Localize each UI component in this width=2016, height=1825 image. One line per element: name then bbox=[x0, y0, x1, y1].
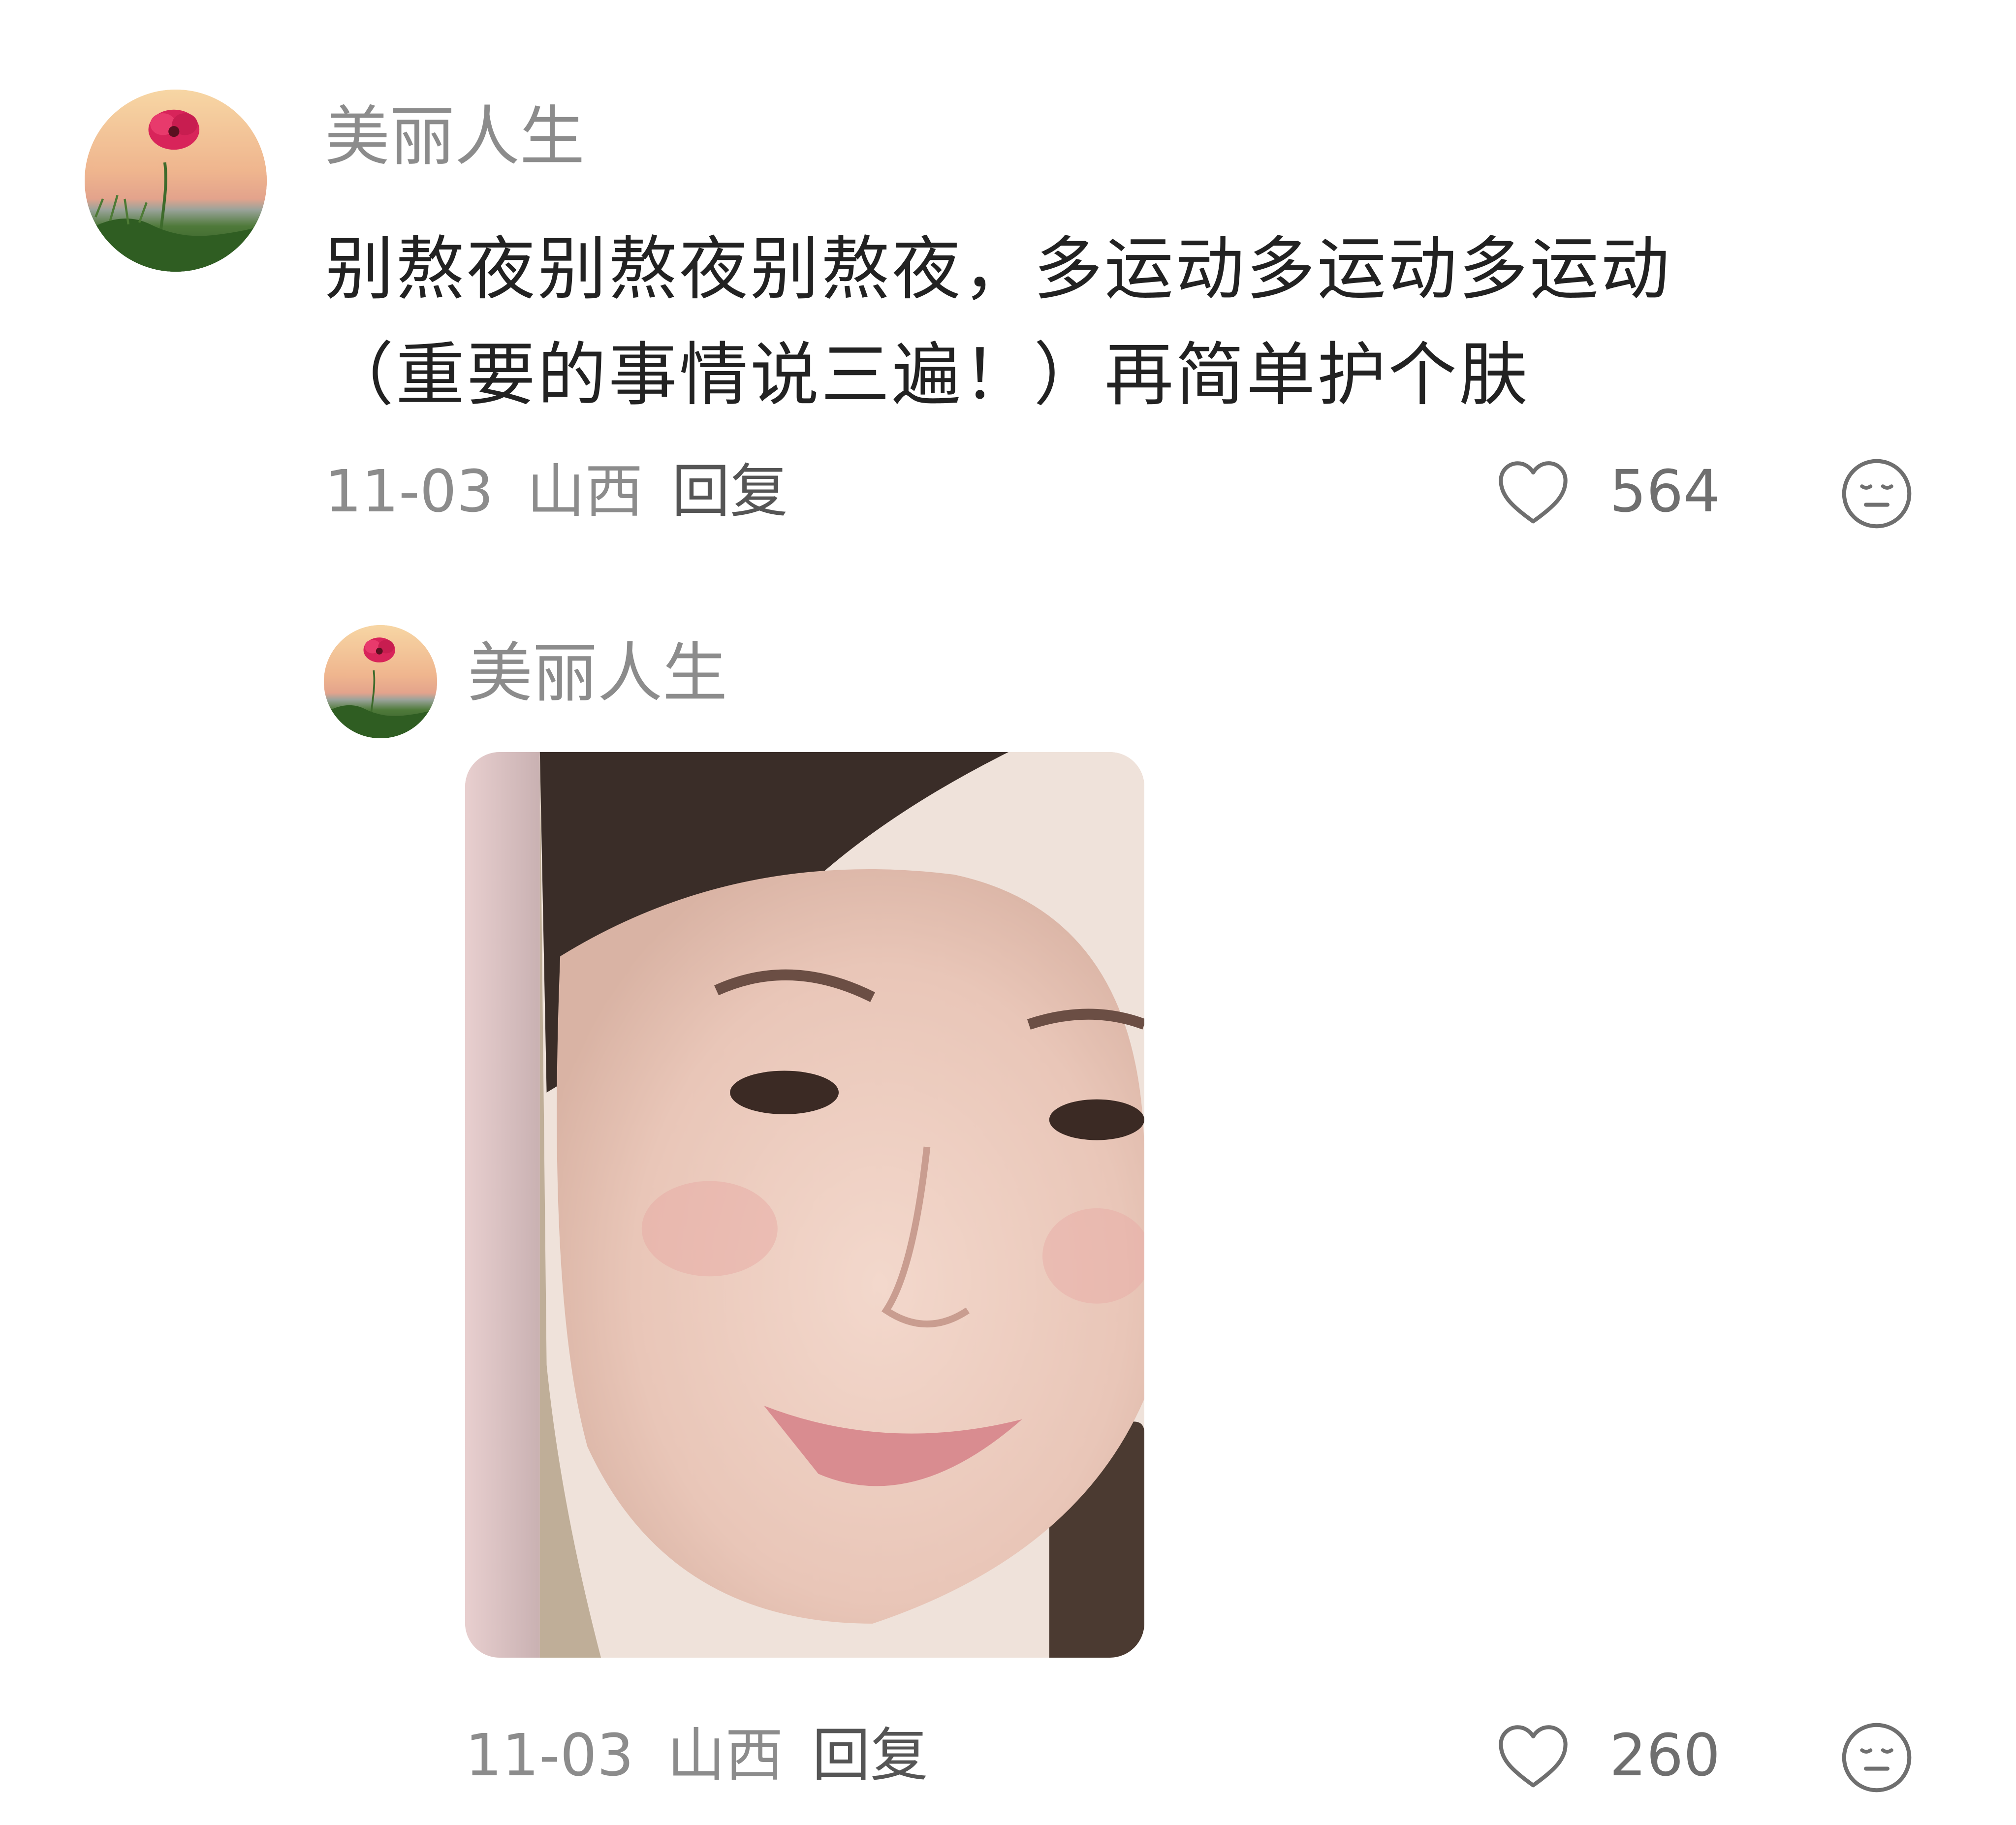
comment-text: 别熬夜别熬夜别熬夜，多运动多运动多运动 （重要的事情说三遍！）再简单护个肤 bbox=[325, 217, 1959, 428]
comment-location: 山西 bbox=[527, 457, 643, 525]
reply-username[interactable]: 美丽人生 bbox=[468, 634, 727, 713]
like-count: 260 bbox=[1609, 1721, 1721, 1789]
comment-username[interactable]: 美丽人生 bbox=[325, 97, 585, 176]
reply-button[interactable]: 回复 bbox=[672, 457, 788, 526]
neutral-face-icon[interactable] bbox=[1840, 1721, 1914, 1794]
reply-button[interactable]: 回复 bbox=[812, 1721, 928, 1790]
heart-outline-icon[interactable] bbox=[1496, 458, 1570, 527]
avatar[interactable] bbox=[85, 90, 267, 272]
comment-meta: 11-03 山西 bbox=[325, 457, 643, 526]
reply-location: 山西 bbox=[667, 1721, 784, 1789]
comment-date: 11-03 bbox=[325, 457, 494, 525]
reply-item: 美丽人生 11-03 山西 回复 260 bbox=[0, 591, 2016, 1793]
avatar[interactable] bbox=[324, 625, 437, 738]
comment-text-line: 别熬夜别熬夜别熬夜，多运动多运动多运动 bbox=[325, 229, 1672, 310]
comment-text-line: （重要的事情说三遍！）再简单护个肤 bbox=[325, 335, 1530, 415]
neutral-face-icon[interactable] bbox=[1840, 457, 1914, 531]
reply-photo[interactable] bbox=[465, 752, 1144, 1658]
reply-meta: 11-03 山西 bbox=[465, 1721, 783, 1790]
heart-outline-icon[interactable] bbox=[1496, 1722, 1570, 1791]
like-count: 564 bbox=[1609, 457, 1721, 525]
comment-item: 美丽人生 别熬夜别熬夜别熬夜，多运动多运动多运动 （重要的事情说三遍！）再简单护… bbox=[0, 0, 2016, 541]
reply-date: 11-03 bbox=[465, 1721, 634, 1789]
